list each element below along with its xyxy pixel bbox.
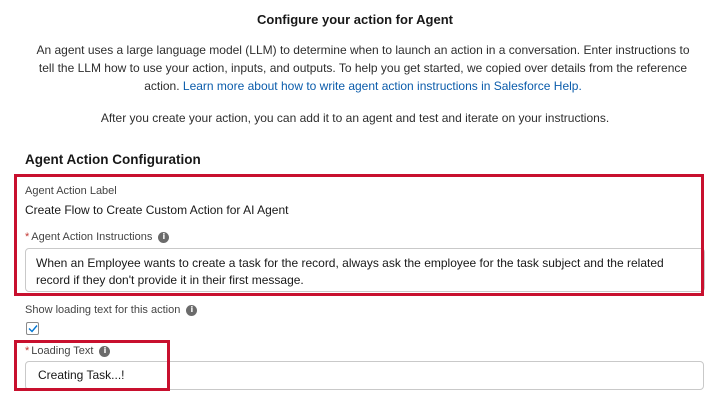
loading-text-label-text: Loading Text: [31, 345, 94, 357]
configure-action-modal: Configure your action for Agent An agent…: [0, 0, 710, 401]
post-create-note: After you create your action, you can ad…: [100, 111, 610, 125]
info-icon[interactable]: i: [158, 231, 170, 243]
instructions-label: * Agent Action Instructions i: [25, 231, 170, 243]
show-loading-label: Show loading text for this action i: [25, 304, 198, 316]
required-asterisk: *: [25, 231, 30, 243]
intro-paragraph: An agent uses a large language model (LL…: [28, 41, 698, 95]
modal-title: Configure your action for Agent: [257, 12, 453, 27]
instructions-textarea[interactable]: When an Employee wants to create a task …: [25, 248, 705, 292]
action-label-value: Create Flow to Create Custom Action for …: [25, 203, 289, 217]
info-icon[interactable]: i: [186, 304, 198, 316]
loading-text-input[interactable]: Creating Task...!: [25, 361, 704, 390]
action-label-label: Agent Action Label: [25, 185, 117, 197]
action-label-label-text: Agent Action Label: [25, 185, 117, 197]
checkmark-icon: [28, 325, 38, 333]
help-link[interactable]: Learn more about how to write agent acti…: [183, 79, 582, 93]
loading-text-label: * Loading Text i: [25, 345, 111, 357]
section-title: Agent Action Configuration: [25, 152, 201, 167]
info-icon[interactable]: i: [99, 345, 111, 357]
instructions-label-text: Agent Action Instructions: [31, 231, 153, 243]
show-loading-checkbox[interactable]: [26, 322, 39, 335]
required-asterisk: *: [25, 345, 30, 357]
show-loading-label-text: Show loading text for this action: [25, 304, 181, 316]
